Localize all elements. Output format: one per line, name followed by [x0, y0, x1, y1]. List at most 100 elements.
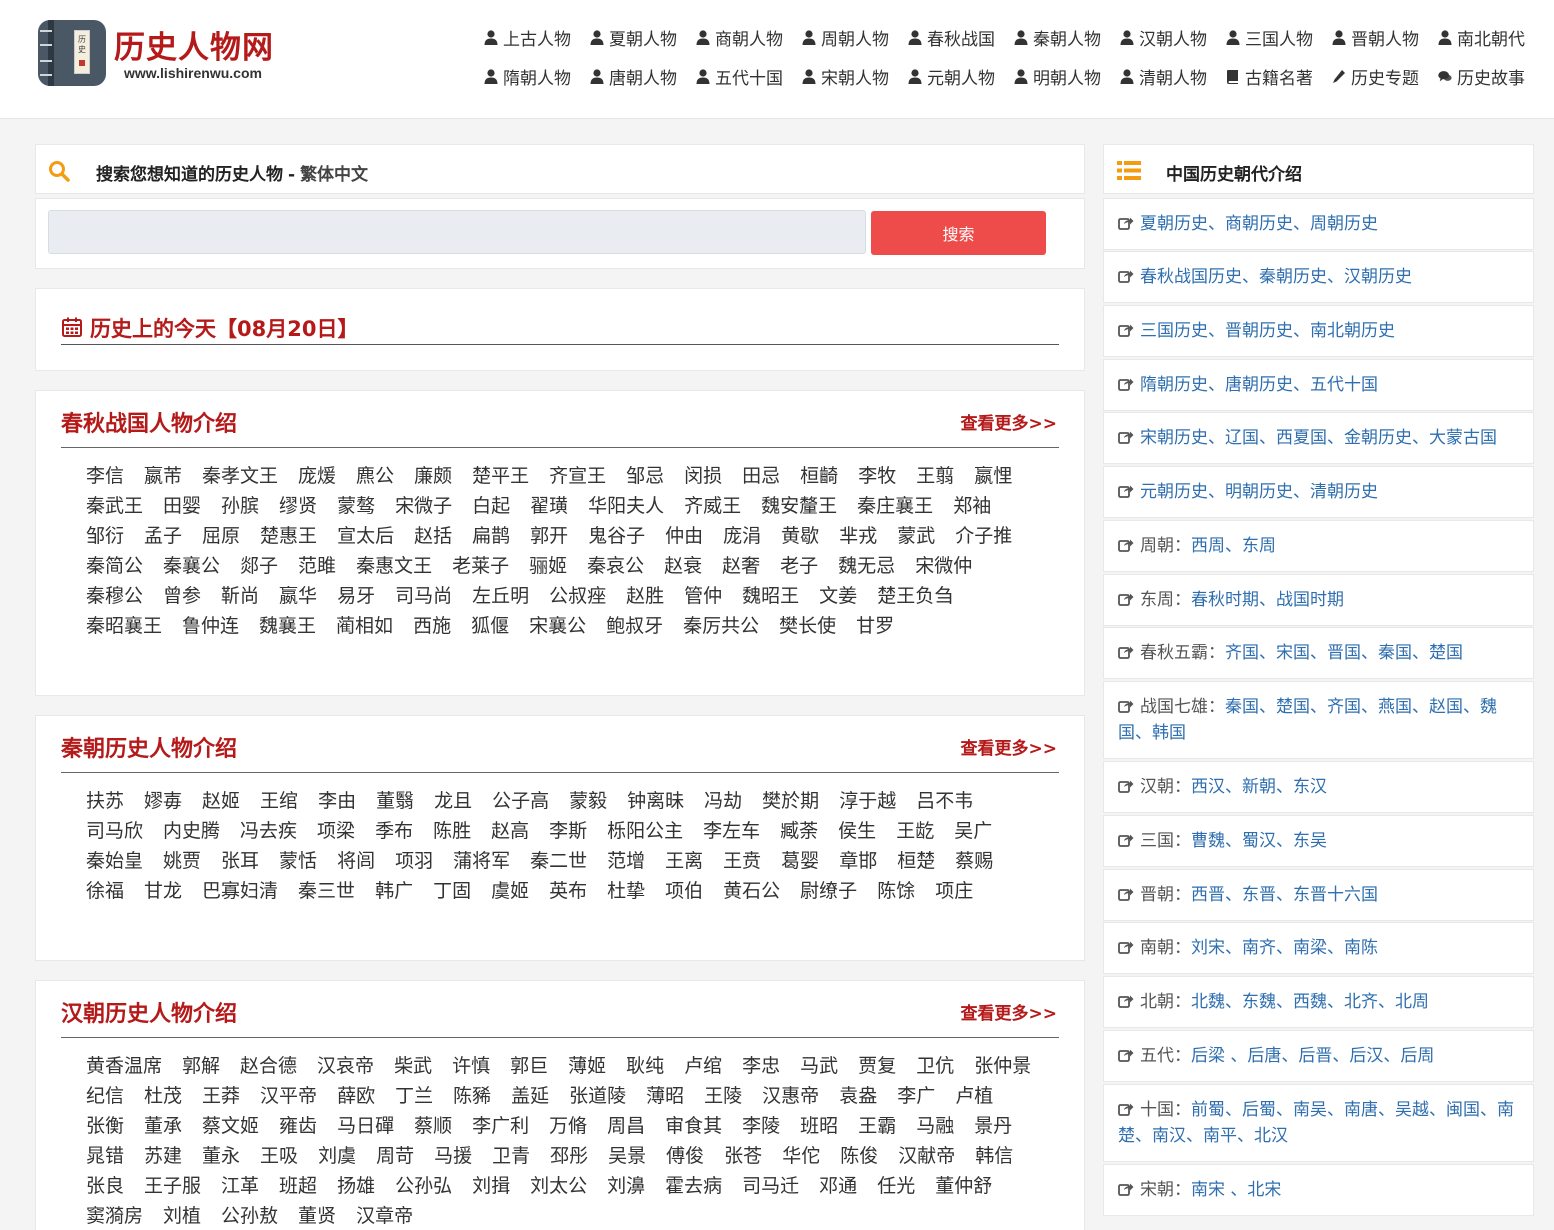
- person-link[interactable]: 张仲景: [974, 1051, 1031, 1081]
- nav-item[interactable]: 上古人物: [484, 25, 571, 50]
- person-link[interactable]: 楚平王: [472, 461, 529, 491]
- nav-item[interactable]: 晋朝人物: [1332, 25, 1419, 50]
- sidebar-item-links[interactable]: 曹魏、蜀汉、东吴: [1191, 831, 1327, 851]
- traditional-chinese-link[interactable]: 繁体中文: [300, 165, 368, 185]
- person-link[interactable]: 董翳: [376, 786, 414, 816]
- person-link[interactable]: 蔡顺: [414, 1111, 452, 1141]
- person-link[interactable]: 樊於期: [762, 786, 819, 816]
- person-link[interactable]: 侯生: [838, 816, 876, 846]
- person-link[interactable]: 邹衍: [86, 521, 124, 551]
- person-link[interactable]: 蔡文姬: [202, 1111, 259, 1141]
- sidebar-item-links[interactable]: 西周、东周: [1191, 536, 1276, 556]
- person-link[interactable]: 秦庄襄王: [857, 491, 933, 521]
- view-more-link[interactable]: 查看更多>>: [961, 409, 1058, 434]
- person-link[interactable]: 嬴芾: [144, 461, 182, 491]
- sidebar-item[interactable]: 晋朝：西晋、东晋、东晋十六国: [1103, 869, 1534, 921]
- person-link[interactable]: 嬴悝: [974, 461, 1012, 491]
- person-link[interactable]: 楚惠王: [260, 521, 317, 551]
- site-logo[interactable]: 历史 历史人物网 www.lishirenwu.com: [38, 18, 288, 88]
- person-link[interactable]: 赵奢: [722, 551, 760, 581]
- person-link[interactable]: 薛欧: [337, 1081, 375, 1111]
- person-link[interactable]: 章邯: [839, 846, 877, 876]
- sidebar-item[interactable]: 春秋战国历史、秦朝历史、汉朝历史: [1103, 251, 1534, 303]
- person-link[interactable]: 司马尚: [395, 581, 452, 611]
- person-link[interactable]: 甘龙: [144, 876, 182, 906]
- person-link[interactable]: 王绾: [260, 786, 298, 816]
- nav-item[interactable]: 南北朝代: [1438, 25, 1525, 50]
- person-link[interactable]: 虞姬: [491, 876, 529, 906]
- nav-item[interactable]: 秦朝人物: [1014, 25, 1101, 50]
- person-link[interactable]: 魏襄王: [259, 611, 316, 641]
- person-link[interactable]: 扬雄: [337, 1171, 375, 1201]
- person-link[interactable]: 张衡: [86, 1111, 124, 1141]
- person-link[interactable]: 桓楚: [897, 846, 935, 876]
- person-link[interactable]: 刘濞: [607, 1171, 645, 1201]
- person-link[interactable]: 桓齮: [800, 461, 838, 491]
- nav-item[interactable]: 元朝人物: [908, 64, 995, 89]
- person-link[interactable]: 内史腾: [163, 816, 220, 846]
- sidebar-item-links[interactable]: 夏朝历史、商朝历史、周朝历史: [1140, 214, 1378, 234]
- person-link[interactable]: 卫青: [492, 1141, 530, 1171]
- person-link[interactable]: 万脩: [549, 1111, 587, 1141]
- view-more-link[interactable]: 查看更多>>: [961, 999, 1058, 1024]
- person-link[interactable]: 郭开: [530, 521, 568, 551]
- person-link[interactable]: 许慎: [452, 1051, 490, 1081]
- person-link[interactable]: 杜挚: [607, 876, 645, 906]
- person-link[interactable]: 李牧: [858, 461, 896, 491]
- person-link[interactable]: 邓通: [819, 1171, 857, 1201]
- person-link[interactable]: 纪信: [86, 1081, 124, 1111]
- person-link[interactable]: 季布: [375, 816, 413, 846]
- sidebar-item[interactable]: 春秋五霸：齐国、宋国、晋国、秦国、楚国: [1103, 627, 1534, 679]
- person-link[interactable]: 秦昭襄王: [86, 611, 162, 641]
- person-link[interactable]: 景丹: [974, 1111, 1012, 1141]
- sidebar-item[interactable]: 汉朝：西汉、新朝、东汉: [1103, 761, 1534, 813]
- person-link[interactable]: 任光: [877, 1171, 915, 1201]
- nav-item[interactable]: 夏朝人物: [590, 25, 677, 50]
- person-link[interactable]: 黄歇: [781, 521, 819, 551]
- person-link[interactable]: 周昌: [607, 1111, 645, 1141]
- person-link[interactable]: 耿纯: [626, 1051, 664, 1081]
- person-link[interactable]: 李左车: [703, 816, 760, 846]
- sidebar-item-links[interactable]: 隋朝历史、唐朝历史、五代十国: [1140, 375, 1378, 395]
- person-link[interactable]: 项羽: [395, 846, 433, 876]
- person-link[interactable]: 樊长使: [779, 611, 836, 641]
- person-link[interactable]: 郑袖: [953, 491, 991, 521]
- person-link[interactable]: 班超: [279, 1171, 317, 1201]
- search-button[interactable]: 搜索: [871, 211, 1046, 255]
- person-link[interactable]: 徐福: [86, 876, 124, 906]
- person-link[interactable]: 邹忌: [626, 461, 664, 491]
- person-link[interactable]: 吴景: [608, 1141, 646, 1171]
- sidebar-item-links[interactable]: 齐国、宋国、晋国、秦国、楚国: [1225, 643, 1463, 663]
- person-link[interactable]: 秦始皇: [86, 846, 143, 876]
- person-link[interactable]: 窦漪房: [86, 1201, 143, 1230]
- sidebar-item[interactable]: 东周：春秋时期、战国时期: [1103, 574, 1534, 626]
- person-link[interactable]: 霍去病: [665, 1171, 722, 1201]
- person-link[interactable]: 傅俊: [666, 1141, 704, 1171]
- person-link[interactable]: 卫伉: [916, 1051, 954, 1081]
- person-link[interactable]: 马武: [800, 1051, 838, 1081]
- person-link[interactable]: 楚王负刍: [877, 581, 953, 611]
- person-link[interactable]: 宣太后: [337, 521, 394, 551]
- person-link[interactable]: 范雎: [298, 551, 336, 581]
- person-link[interactable]: 栎阳公主: [607, 816, 683, 846]
- person-link[interactable]: 姚贾: [163, 846, 201, 876]
- person-link[interactable]: 文姜: [819, 581, 857, 611]
- person-link[interactable]: 廉颇: [414, 461, 452, 491]
- person-link[interactable]: 秦二世: [530, 846, 587, 876]
- person-link[interactable]: 张道陵: [569, 1081, 626, 1111]
- person-link[interactable]: 郭解: [182, 1051, 220, 1081]
- person-link[interactable]: 刘虞: [318, 1141, 356, 1171]
- person-link[interactable]: 翟璜: [530, 491, 568, 521]
- person-link[interactable]: 孙膑: [221, 491, 259, 521]
- person-link[interactable]: 田婴: [163, 491, 201, 521]
- sidebar-item[interactable]: 元朝历史、明朝历史、清朝历史: [1103, 466, 1534, 518]
- sidebar-item[interactable]: 三国：曹魏、蜀汉、东吴: [1103, 815, 1534, 867]
- person-link[interactable]: 项伯: [665, 876, 703, 906]
- person-link[interactable]: 丁兰: [395, 1081, 433, 1111]
- person-link[interactable]: 赵括: [414, 521, 452, 551]
- person-link[interactable]: 审食其: [665, 1111, 722, 1141]
- person-link[interactable]: 贾复: [858, 1051, 896, 1081]
- person-link[interactable]: 卢绾: [684, 1051, 722, 1081]
- person-link[interactable]: 陈馀: [877, 876, 915, 906]
- person-link[interactable]: 董承: [144, 1111, 182, 1141]
